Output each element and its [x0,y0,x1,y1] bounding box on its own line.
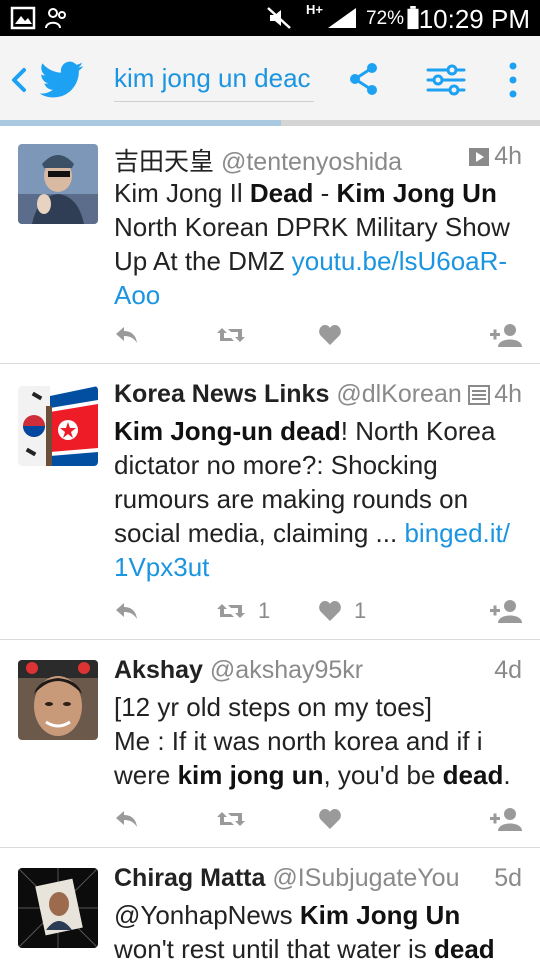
follow-icon [490,600,522,623]
article-icon [468,385,491,406]
retweet-button[interactable] [216,804,258,834]
retweet-button[interactable] [216,320,258,350]
follow-button[interactable] [490,596,522,626]
display-name[interactable]: Akshay [114,656,203,684]
reply-icon [116,811,137,827]
like-button[interactable] [318,320,354,350]
tweet-header: Chirag Matta @ISubjugateYou 5d [114,864,522,898]
timestamp: 4h [494,142,522,170]
handle[interactable]: @ISubjugateYou [272,864,459,892]
like-count: 1 [354,598,367,623]
search-input[interactable]: kim jong un deac [114,58,314,102]
tweet-text[interactable]: Kim Jong-un dead! North Korea dictator n… [114,414,522,584]
handle[interactable]: @tentenyoshida [221,148,402,176]
follow-icon [490,324,522,347]
tweet-text[interactable]: Kim Jong Il Dead - Kim Jong Un North Kor… [114,176,522,312]
search-term-highlight: Kim Jong Un [336,178,497,208]
tweet[interactable]: 吉田天皇 @tentenyoshida 4h Kim Jong Il Dead … [0,126,540,364]
heart-icon [319,601,341,621]
reply-button[interactable] [114,804,140,834]
tweet-text[interactable]: @YonhapNews Kim Jong Un won't rest until… [114,898,522,966]
like-button[interactable]: 1 [318,596,366,626]
tweet[interactable]: Korea News Links @dlKoreane... 4h Kim Jo… [0,364,540,640]
filter-icon[interactable] [426,64,466,96]
avatar[interactable] [18,660,98,740]
retweet-icon [217,328,245,342]
search-term-highlight: Kim Jong Un [299,900,461,930]
search-results-feed[interactable]: 吉田天皇 @tentenyoshida 4h Kim Jong Il Dead … [0,126,540,978]
search-term-highlight: dead [442,760,504,790]
network-type: H+ [306,2,323,17]
display-name[interactable]: Chirag Matta [114,864,265,892]
tweet[interactable]: Akshay @akshay95kr 4d [12 yr old steps o… [0,640,540,848]
avatar[interactable] [18,144,98,224]
contacts-notification-icon [45,8,66,29]
retweet-icon [217,812,245,826]
search-term-highlight: kim jong un [177,760,324,790]
display-name[interactable]: 吉田天皇 [114,148,214,176]
handle[interactable]: @akshay95kr [210,656,363,684]
timestamp: 4h [494,380,522,408]
battery-percent: 72% [366,8,405,29]
share-icon[interactable] [348,62,380,96]
app-bar: kim jong un deac [0,36,540,124]
heart-icon [319,325,341,345]
heart-icon [319,809,341,829]
tweet-actions: 1 1 [114,596,522,626]
reply-icon [116,327,137,343]
retweet-icon [217,604,245,618]
overflow-menu-icon[interactable] [506,60,520,100]
tweet-header: Akshay @akshay95kr 4d [114,656,522,690]
timestamp: 5d [494,864,522,892]
mute-icon [267,7,291,29]
like-button[interactable] [318,804,354,834]
retweet-button[interactable]: 1 [216,596,270,626]
tweet-actions [114,804,522,834]
tweet-header: 吉田天皇 @tentenyoshida 4h [114,142,522,176]
follow-button[interactable] [490,804,522,834]
tweet-text[interactable]: [12 yr old steps on my toes] Me : If it w… [114,690,522,792]
tweet-link[interactable]: binged.it/ 1Vpx3ut [114,518,510,582]
tweet-link[interactable]: youtu.be/lsU6oaR-Aoo [114,246,507,310]
clock: 10:29 PM [418,4,530,34]
avatar[interactable] [18,386,98,466]
retweet-count: 1 [258,598,271,623]
timestamp: 4d [494,656,522,684]
signal-icon [328,8,356,28]
tweet[interactable]: Chirag Matta @ISubjugateYou 5d @YonhapNe… [0,848,540,978]
reply-icon [116,603,137,619]
gallery-notification-icon [10,6,36,30]
search-term-highlight: Kim Jong-un dead [114,416,341,446]
twitter-bird-icon[interactable] [40,60,84,100]
status-bar: H+ 72% 10:29 PM [0,0,540,36]
back-icon[interactable] [8,62,28,98]
reply-button[interactable] [114,320,140,350]
avatar[interactable] [18,868,98,948]
follow-icon [490,808,522,831]
search-term-highlight: Dead [249,178,314,208]
reply-button[interactable] [114,596,140,626]
display-name[interactable]: Korea News Links [114,380,329,408]
tweet-actions [114,320,522,350]
video-icon [469,148,490,167]
follow-button[interactable] [490,320,522,350]
tweet-header: Korea News Links @dlKoreane... 4h [114,380,522,414]
